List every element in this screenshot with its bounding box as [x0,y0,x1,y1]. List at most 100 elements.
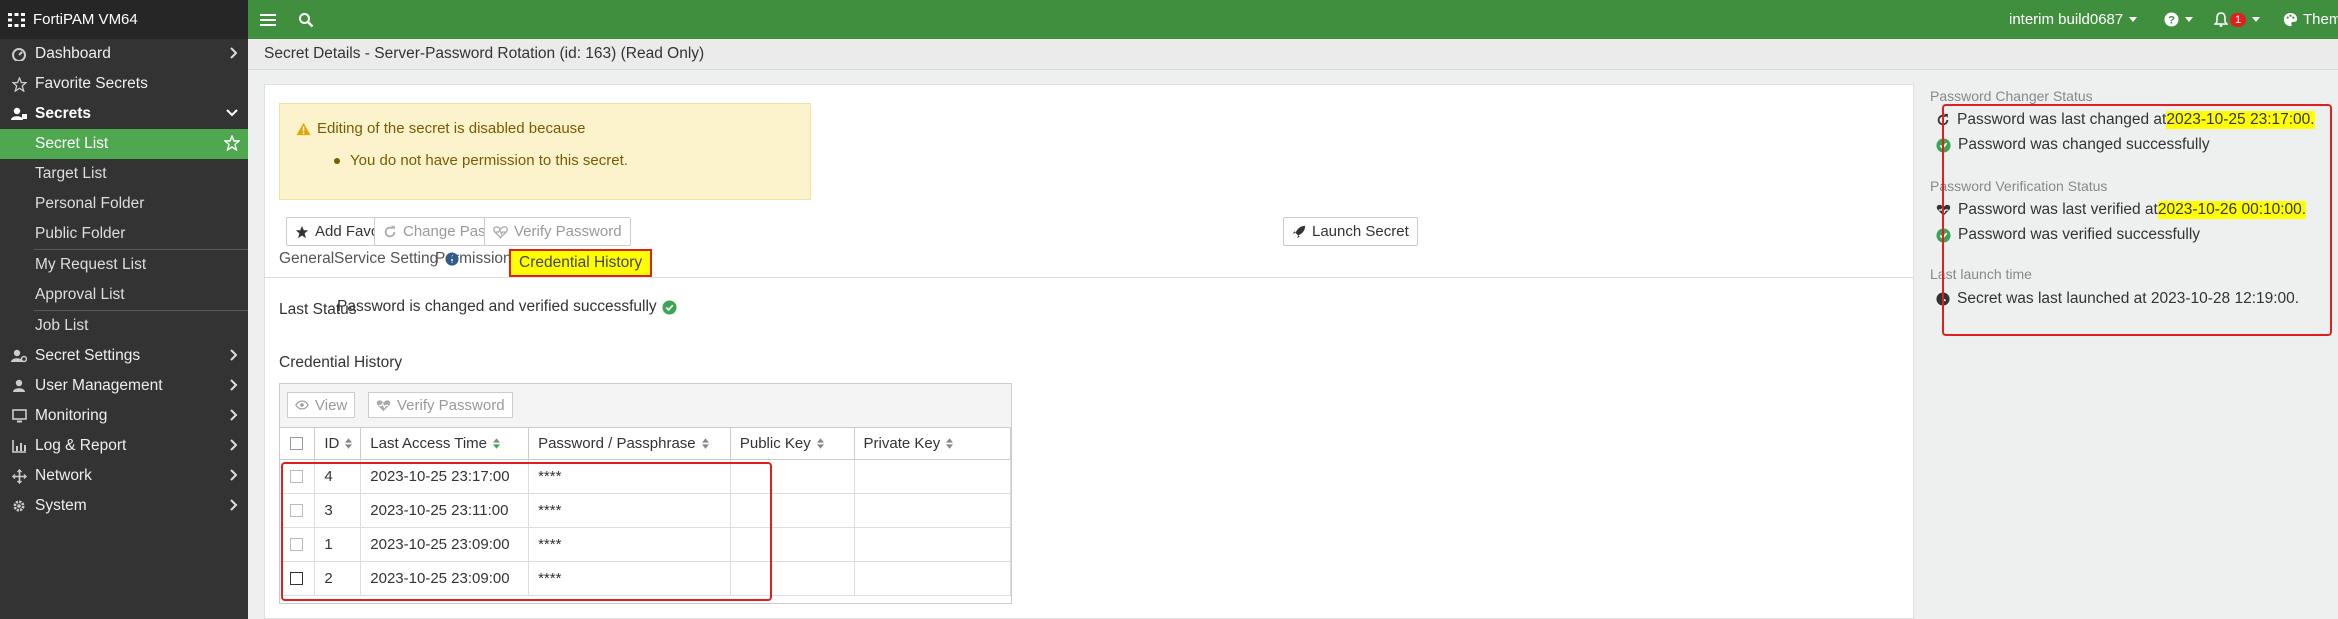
row-checkbox[interactable] [290,470,303,484]
sidebar-item-network[interactable]: Network [0,461,248,491]
secret-details-card: Editing of the secret is disabled becaus… [264,84,1914,619]
tab-general[interactable]: General [279,239,334,278]
chevron-right-icon [230,46,238,60]
notifications-dropdown[interactable]: 1 [2214,0,2261,39]
sidebar-item-target-list[interactable]: Target List [0,159,248,189]
row-checkbox[interactable] [290,538,303,552]
public-key-cell [730,493,855,528]
sidebar-item-label: Favorite Secrets [35,75,148,92]
sidebar-item-monitoring[interactable]: Monitoring [0,401,248,431]
last-access-cell: 2023-10-25 23:09:00 [360,561,530,596]
hamburger-menu-icon[interactable] [260,0,276,39]
tab-credential-history[interactable]: Credential History [509,249,653,277]
sidebar-item-secret-settings[interactable]: Secret Settings [0,341,248,371]
sidebar-item-user-management[interactable]: User Management [0,371,248,401]
row-select-cell [280,493,316,528]
changed-at-value: 2023-10-25 23:17:00. [2166,111,2315,129]
sort-icon [816,438,824,450]
sidebar-item-label: Secret List [35,135,109,152]
palette-icon [2283,12,2298,27]
app-title: FortiPAM VM64 [33,11,138,28]
gear-icon [11,499,27,513]
header-label: Password / Passphrase [538,434,696,452]
theme-menu[interactable]: Them [2283,0,2338,39]
sidebar-item-secret-list[interactable]: Secret List [0,129,248,159]
warning-title: Editing of the secret is disabled becaus… [317,120,586,137]
chevron-right-icon [230,378,238,392]
sidebar-item-my-request-list[interactable]: My Request List [0,250,248,280]
clock-icon [1936,292,1957,306]
brand[interactable]: FortiPAM VM64 [0,0,248,39]
caret-down-icon [2252,17,2261,22]
tab-label: General [279,249,335,267]
password-cell: **** [528,459,731,494]
favorite-star-icon[interactable] [224,135,240,151]
button-label: Verify Password [514,223,622,240]
chevron-right-icon [230,348,238,362]
changed-at-row: Password was last changed at 2023-10-25 … [1936,111,2315,129]
bullet [334,157,340,164]
column-header-id[interactable]: ID [314,428,362,460]
row-checkbox[interactable] [290,504,303,518]
notification-count-badge: 1 [2230,12,2247,27]
id-cell: 4 [314,459,362,494]
sidebar-item-secrets[interactable]: Secrets [0,99,248,129]
build-dropdown[interactable]: interim build0687 [2009,0,2138,39]
chevron-right-icon [230,468,238,482]
top-bar: interim build0687 ? 1 Them [248,0,2338,39]
id-cell: 2 [314,561,362,596]
last-access-cell: 2023-10-25 23:09:00 [360,527,530,562]
column-header-last-access-time[interactable]: Last Access Time [360,428,530,460]
sidebar-item-system[interactable]: System [0,491,248,521]
table-row[interactable]: 1 2023-10-25 23:09:00 **** [280,527,1012,562]
secrets-icon [11,107,27,121]
row-checkbox[interactable] [290,572,303,586]
public-key-cell [730,561,855,596]
row-select-cell [280,527,316,562]
heartbeat-icon [493,225,514,239]
check-circle-icon [1936,227,1958,243]
sidebar-item-log-report[interactable]: Log & Report [0,431,248,461]
select-all-checkbox[interactable] [290,437,303,451]
sidebar-item-label: Network [35,467,92,484]
table-row[interactable]: 2 2023-10-25 23:09:00 **** [280,561,1012,596]
sidebar-item-label: Log & Report [35,437,127,454]
sidebar-item-dashboard[interactable]: Dashboard [0,39,248,69]
svg-text:?: ? [2168,15,2175,27]
table-row[interactable]: 3 2023-10-25 23:11:00 **** [280,493,1012,528]
rocket-icon [1292,225,1312,239]
public-key-cell [730,527,855,562]
eye-icon [295,400,315,410]
sort-icon [345,438,353,450]
user-gear-icon [11,349,27,363]
table-row[interactable]: 4 2023-10-25 23:17:00 **** [280,459,1012,494]
header-label: Last Access Time [370,434,487,452]
column-header-password[interactable]: Password / Passphrase [528,428,731,460]
sidebar-item-label: My Request List [35,256,147,273]
column-header-public-key[interactable]: Public Key [730,428,855,460]
grid-verify-password-button[interactable]: Verify Password [368,392,513,418]
sidebar-item-label: System [35,497,87,514]
search-icon[interactable] [298,0,314,39]
sidebar-item-favorite-secrets[interactable]: Favorite Secrets [0,69,248,99]
monitor-icon [11,409,27,423]
dashboard-icon [11,47,27,61]
theme-label: Them [2303,11,2338,28]
help-dropdown[interactable]: ? [2164,0,2193,39]
sidebar-item-approval-list[interactable]: Approval List [0,280,248,310]
private-key-cell [854,459,1012,494]
sidebar-item-public-folder[interactable]: Public Folder [0,219,248,249]
permission-warning: Editing of the secret is disabled becaus… [279,103,811,200]
star-icon [11,76,27,92]
sort-desc-icon [493,438,500,450]
row-select-cell [280,459,316,494]
button-label: View [315,396,348,414]
breadcrumb: Secret Details - Server-Password Rotatio… [248,39,2338,70]
chart-icon [11,439,27,453]
view-button[interactable]: View [287,392,356,418]
column-header-private-key[interactable]: Private Key [854,428,1012,460]
sidebar-item-label: Personal Folder [35,195,145,212]
sidebar-item-label: Public Folder [35,225,126,242]
sidebar-item-personal-folder[interactable]: Personal Folder [0,189,248,219]
sidebar-item-job-list[interactable]: Job List [0,311,248,341]
